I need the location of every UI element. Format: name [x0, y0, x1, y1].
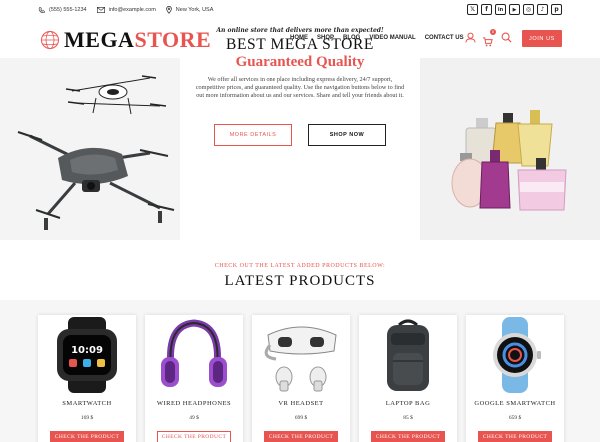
header-icons: 0 — [465, 29, 512, 47]
hero-tagline: An online store that delivers more than … — [216, 27, 384, 34]
product-name: SMARTWATCH — [62, 400, 112, 407]
large-drone-icon — [17, 131, 175, 230]
google-smartwatch-image — [493, 317, 541, 393]
product-card[interactable]: WIRED HEADPHONES 49 $ CHECK THE PRODUCT — [145, 315, 243, 442]
cart-button[interactable]: 0 — [482, 29, 496, 47]
shop-now-button[interactable]: SHOP NOW — [308, 124, 386, 146]
phone-contact[interactable]: (555) 555-1234 — [38, 6, 87, 14]
svg-text:10:09: 10:09 — [71, 345, 103, 356]
product-card[interactable]: LAPTOP BAG 85 $ CHECK THE PRODUCT — [359, 315, 457, 442]
search-icon[interactable] — [501, 32, 512, 43]
email-contact[interactable]: info@example.com — [96, 7, 156, 13]
cart-count-badge: 0 — [490, 29, 496, 35]
section-kicker: CHECK OUT THE LATEST ADDED PRODUCTS BELO… — [214, 263, 386, 269]
vr-headset-image — [264, 326, 337, 392]
logo-part-mega: MEGA — [64, 27, 135, 52]
social-links: 𝕏 f in ▶ ◎ ♪ p — [467, 4, 562, 15]
product-price: 699 $ — [294, 415, 308, 421]
small-drone-icon — [65, 75, 167, 115]
phone-text: (555) 555-1234 — [49, 7, 87, 13]
cart-icon — [482, 37, 493, 47]
perfume-bottles-icon — [451, 110, 567, 211]
check-product-button[interactable]: CHECK THE PRODUCT — [478, 431, 552, 442]
product-card[interactable]: VR HEADSET 699 $ CHECK THE PRODUCT — [252, 315, 350, 442]
laptop-bag-image — [387, 319, 429, 391]
phone-icon — [38, 6, 45, 13]
tiktok-icon[interactable]: ♪ — [537, 4, 548, 15]
hero-title: BEST MEGA STORE — [226, 36, 374, 53]
join-us-button[interactable]: JOIN US — [522, 30, 562, 47]
email-text: info@example.com — [108, 7, 156, 13]
product-price: 169 $ — [80, 415, 94, 421]
section-title: LATEST PRODUCTS — [224, 273, 376, 289]
product-name: GOOGLE SMARTWATCH — [474, 400, 556, 407]
hero-subtitle: Guaranteed Quality — [235, 54, 365, 70]
facebook-icon[interactable]: f — [481, 4, 492, 15]
smartwatch-image: 10:09 — [57, 317, 117, 393]
product-card[interactable]: 10:09 SMARTWATCH 169 $ CHECK THE PRODUCT — [38, 315, 136, 442]
product-name: VR HEADSET — [278, 400, 324, 407]
location-pin-icon — [166, 6, 172, 14]
linkedin-icon[interactable]: in — [495, 4, 506, 15]
youtube-icon[interactable]: ▶ — [509, 4, 520, 15]
x-icon[interactable]: 𝕏 — [467, 4, 478, 15]
globe-logo-icon — [41, 31, 59, 49]
product-price: 85 $ — [403, 415, 413, 421]
mail-icon — [96, 7, 105, 13]
hero-description: We offer all services in one place inclu… — [195, 76, 405, 99]
headphones-image — [161, 319, 227, 387]
instagram-icon[interactable]: ◎ — [523, 4, 534, 15]
more-details-button[interactable]: MORE DETAILS — [214, 124, 292, 146]
nav-contact-us[interactable]: CONTACT US — [425, 35, 464, 41]
check-product-button[interactable]: CHECK THE PRODUCT — [371, 431, 445, 442]
product-name: LAPTOP BAG — [385, 400, 431, 407]
user-icon[interactable] — [465, 32, 476, 43]
check-product-button[interactable]: CHECK THE PRODUCT — [157, 431, 231, 442]
location-info: New York, USA — [166, 6, 214, 14]
product-card[interactable]: GOOGLE SMARTWATCH 659 $ CHECK THE PRODUC… — [466, 315, 564, 442]
product-name: WIRED HEADPHONES — [156, 400, 232, 407]
product-price: 49 $ — [189, 415, 199, 421]
check-product-button[interactable]: CHECK THE PRODUCT — [264, 431, 338, 442]
drones-image — [17, 75, 175, 230]
perfumes-image — [451, 110, 567, 211]
product-price: 659 $ — [508, 415, 522, 421]
pinterest-icon[interactable]: p — [551, 4, 562, 15]
location-text: New York, USA — [175, 7, 214, 13]
check-product-button[interactable]: CHECK THE PRODUCT — [50, 431, 124, 442]
